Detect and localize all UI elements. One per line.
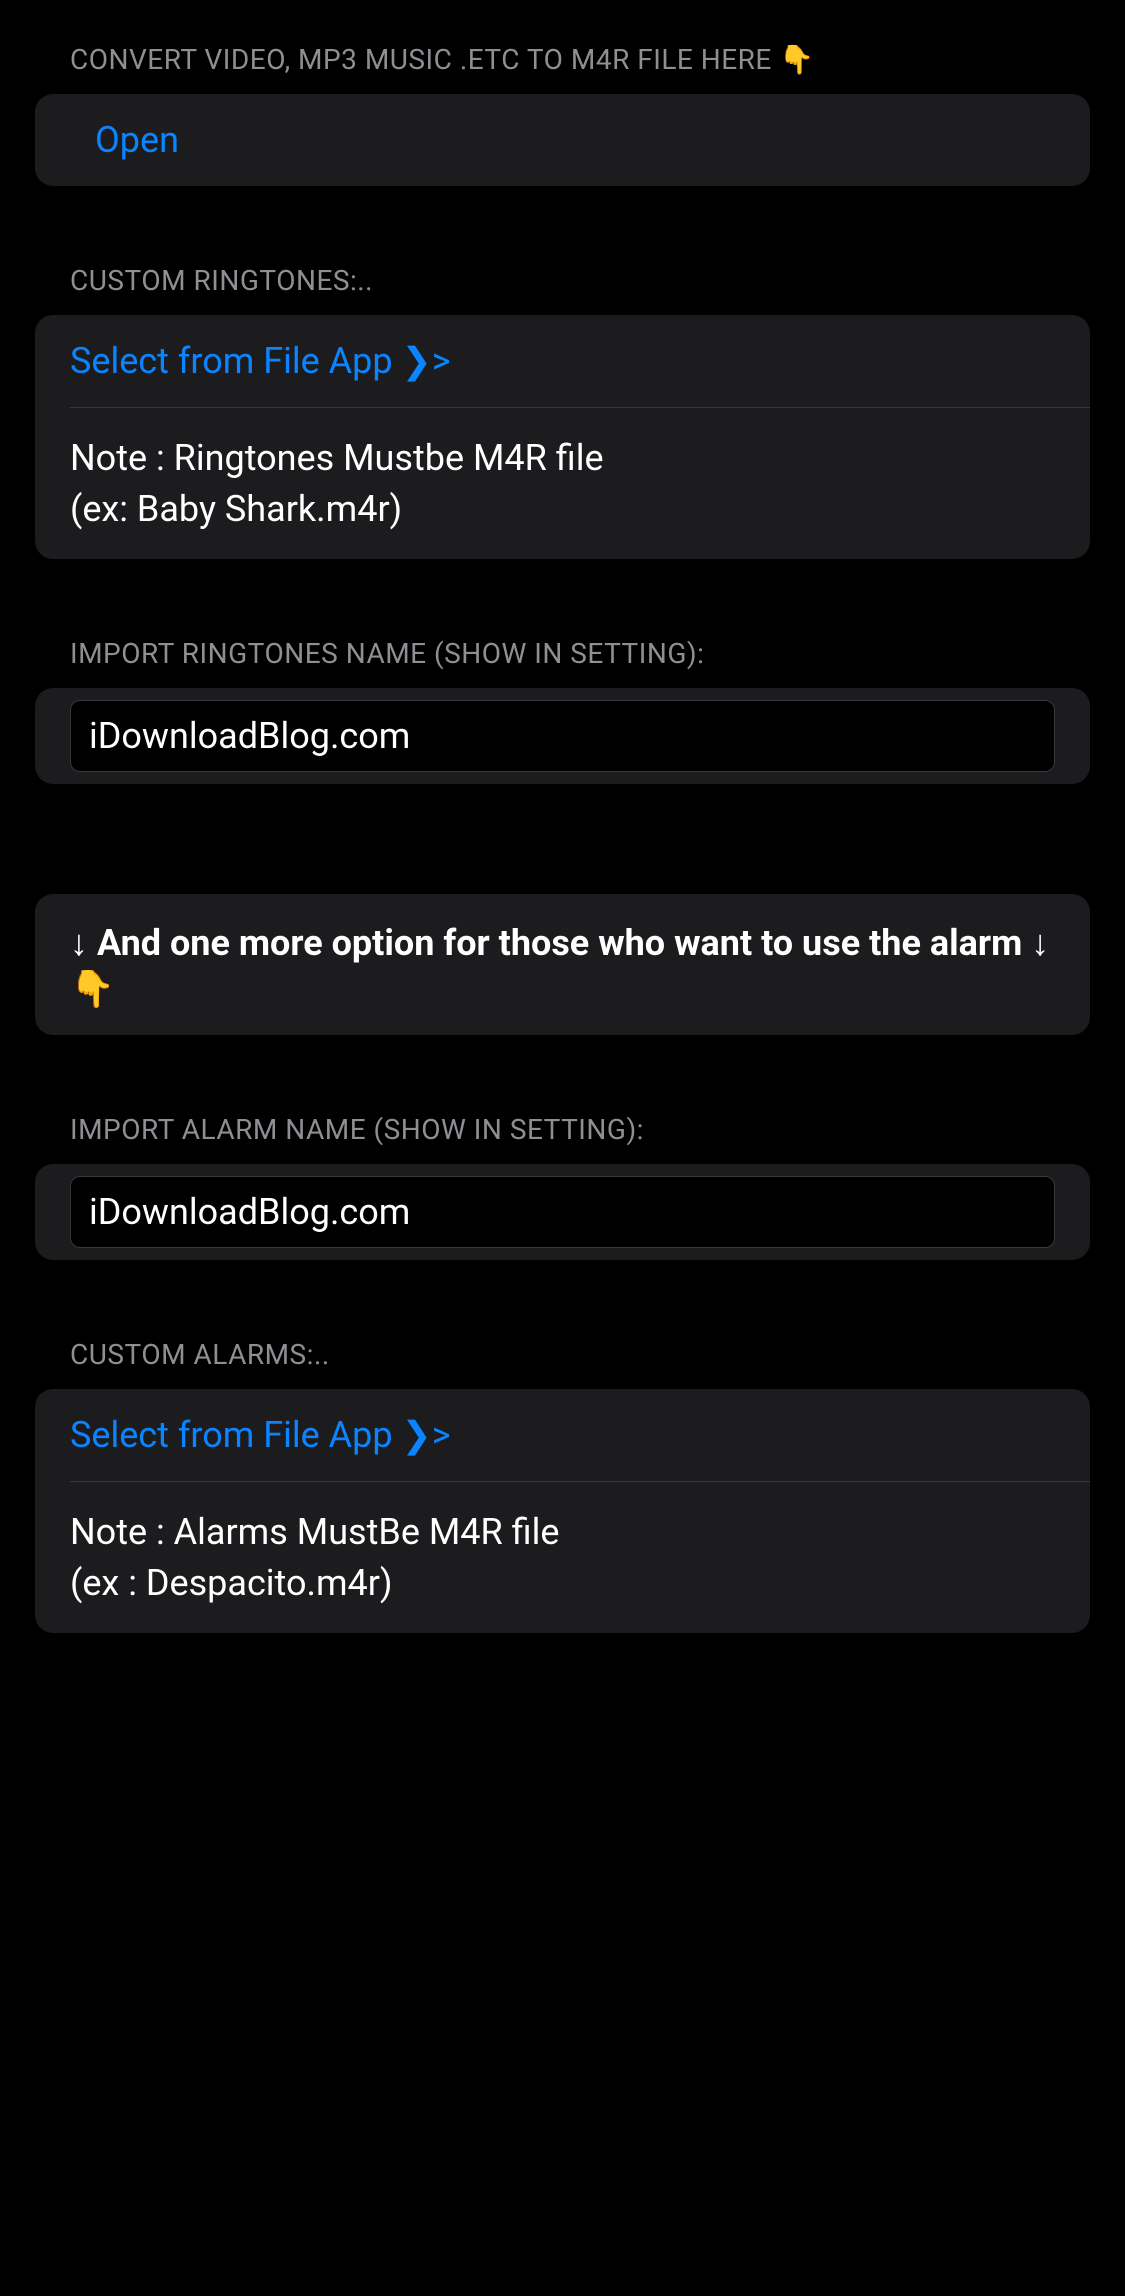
ringtone-note-line1: Note : Ringtones Mustbe M4R file <box>70 433 1055 483</box>
alarm-info-cell: ↓ And one more option for those who want… <box>35 894 1090 1035</box>
custom-alarms-header: CUSTOM ALARMS:.. <box>35 1335 1090 1389</box>
import-ringtone-name-group <box>35 688 1090 784</box>
custom-alarms-group: Select from File App ❯> Note : Alarms Mu… <box>35 1389 1090 1633</box>
pointing-down-icon: 👇 <box>70 968 115 1010</box>
convert-section-group: Open <box>35 94 1090 186</box>
open-button[interactable]: Open <box>35 94 1090 186</box>
alarm-info-group: ↓ And one more option for those who want… <box>35 894 1090 1035</box>
ringtone-name-input-cell <box>35 688 1090 784</box>
alarm-note: Note : Alarms MustBe M4R file (ex : Desp… <box>35 1482 1090 1633</box>
ringtone-name-input[interactable] <box>70 700 1055 772</box>
alarm-info-text: ↓ And one more option for those who want… <box>70 922 1049 964</box>
alarm-note-line2: (ex : Despacito.m4r) <box>70 1558 1055 1608</box>
alarm-name-input[interactable] <box>70 1176 1055 1248</box>
custom-ringtones-header: CUSTOM RINGTONES:.. <box>35 261 1090 315</box>
ringtone-note-line2: (ex: Baby Shark.m4r) <box>70 484 1055 534</box>
select-alarm-file-button[interactable]: Select from File App ❯> <box>35 1389 1090 1481</box>
alarm-note-line1: Note : Alarms MustBe M4R file <box>70 1507 1055 1557</box>
import-alarm-name-header: IMPORT ALARM NAME (SHOW IN SETTING): <box>35 1110 1090 1164</box>
alarm-name-input-cell <box>35 1164 1090 1260</box>
select-ringtone-file-button[interactable]: Select from File App ❯> <box>35 315 1090 407</box>
ringtone-note: Note : Ringtones Mustbe M4R file (ex: Ba… <box>35 408 1090 559</box>
import-ringtone-name-header: IMPORT RINGTONES NAME (SHOW IN SETTING): <box>35 634 1090 688</box>
custom-ringtones-group: Select from File App ❯> Note : Ringtones… <box>35 315 1090 559</box>
convert-section-header: CONVERT VIDEO, MP3 MUSIC .ETC TO M4R FIL… <box>35 40 1090 94</box>
import-alarm-name-group <box>35 1164 1090 1260</box>
